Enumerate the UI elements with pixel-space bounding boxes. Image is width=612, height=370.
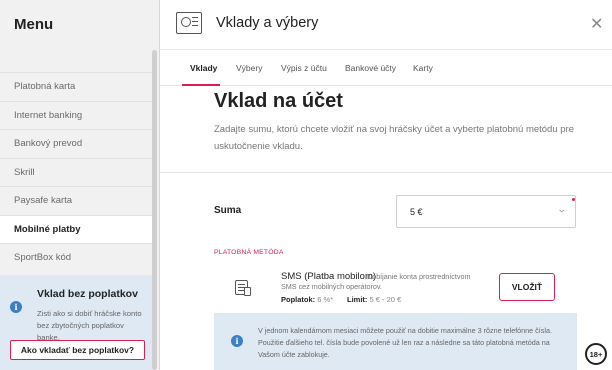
no-fee-promo: i Vklad bez poplatkov Zisti ako si dobiť… [0, 275, 152, 370]
tab-bar: Vklady Výbery Výpis z účtu Bankové účty … [160, 50, 612, 86]
tab-vypis-z-uctu[interactable]: Výpis z účtu [281, 63, 327, 73]
sidebar-item-platobna-karta[interactable]: Platobná karta [0, 72, 152, 101]
sidebar: Menu Platobná karta Internet banking Ban… [0, 0, 160, 370]
phone-icon [244, 287, 251, 296]
no-fee-howto-button[interactable]: Ako vkladať bez poplatkov? [10, 340, 145, 360]
deposit-panel: Vklady a výbery ✕ Vklady Výbery Výpis z … [160, 0, 612, 370]
fee-label: Poplatok: [281, 295, 316, 304]
panel-title: Vklady a výbery [216, 15, 319, 31]
info-text: V jednom kalendárnom mesiaci môžete použ… [258, 326, 552, 359]
deposit-screen: Menu Platobná karta Internet banking Ban… [0, 0, 612, 370]
amount-select[interactable]: 5 € ⌄ [396, 195, 576, 228]
sidebar-list: Platobná karta Internet banking Bankový … [0, 72, 152, 272]
tab-vklady[interactable]: Vklady [190, 63, 217, 73]
wallet-icon [176, 12, 202, 34]
fee-value: 6 %* [317, 295, 334, 304]
sidebar-item-paysafe-karta[interactable]: Paysafe karta [0, 186, 152, 215]
limit-label: Limit: [347, 295, 368, 304]
limit-value: 5 € - 20 € [369, 295, 402, 304]
divider [160, 172, 612, 173]
method-fee: Poplatok: 6 %* [281, 295, 333, 304]
tab-vybery[interactable]: Výbery [236, 63, 262, 73]
amount-label: Suma [214, 205, 242, 216]
close-icon[interactable]: ✕ [590, 14, 603, 33]
method-name: SMS (Platba mobilom) [281, 271, 377, 282]
method-limit: Limit: 5 € - 20 € [347, 295, 401, 304]
sidebar-title: Menu [0, 0, 159, 48]
payment-method-label: PLATOBNÁ METÓDA [214, 249, 284, 256]
sidebar-item-mobilne-platby[interactable]: Mobilné platby [0, 214, 152, 243]
age-restriction-badge: 18+ [585, 343, 607, 365]
panel-header: Vklady a výbery ✕ [160, 0, 612, 50]
promo-text: Zisti ako si dobiť hráčske konto bez zby… [37, 309, 142, 342]
sidebar-scrollbar[interactable] [152, 50, 157, 370]
chevron-down-icon: ⌄ [556, 204, 568, 214]
tab-bankove-ucty[interactable]: Bankové účty [345, 63, 396, 73]
deposit-button[interactable]: VLOŽIŤ [499, 273, 555, 301]
method-subtitle-b: SMS cez mobilných operátorov. [281, 282, 382, 291]
tab-karty[interactable]: Karty [413, 63, 433, 73]
promo-title: Vklad bez poplatkov [37, 288, 138, 300]
info-icon: i [10, 301, 22, 313]
sidebar-item-skrill[interactable]: Skrill [0, 157, 152, 187]
active-tab-indicator [182, 84, 220, 86]
sidebar-item-bankovy-prevod[interactable]: Bankový prevod [0, 129, 152, 158]
info-icon: i [231, 335, 243, 347]
amount-value: 5 € [410, 207, 423, 217]
required-dot [572, 198, 575, 201]
sidebar-item-sportbox-kod[interactable]: SportBox kód [0, 243, 152, 272]
info-notice: i V jednom kalendárnom mesiaci môžete po… [214, 313, 577, 370]
sidebar-item-internet-banking[interactable]: Internet banking [0, 100, 152, 130]
method-subtitle-a: Dobíjanie konta prostredníctvom [367, 272, 471, 281]
page-title: Vklad na účet [214, 90, 343, 112]
page-description: Zadajte sumu, ktorú chcete vložiť na svo… [214, 124, 574, 152]
